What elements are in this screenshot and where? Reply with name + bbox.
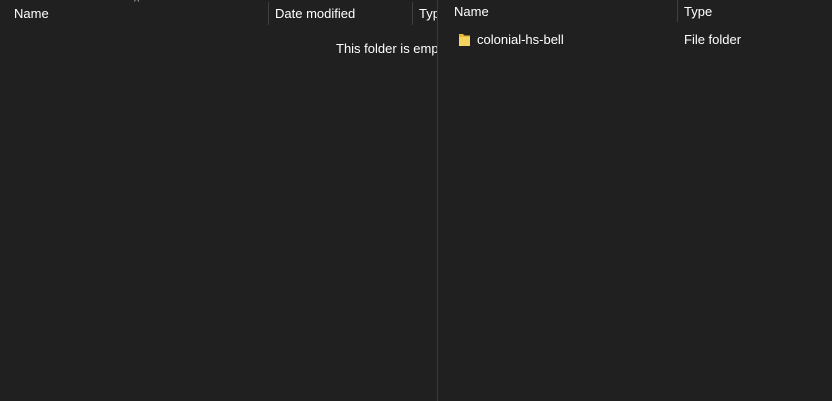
left-column-header-row: Name ^ Date modified Type <box>0 0 437 27</box>
left-column-divider[interactable] <box>412 2 413 25</box>
left-file-pane: Name ^ Date modified Type This folder is… <box>0 0 437 401</box>
file-type: File folder <box>684 32 742 47</box>
left-column-header-date-label: Date modified <box>275 6 356 21</box>
left-column-header-type[interactable]: Type <box>419 0 437 27</box>
right-column-header-type[interactable]: Type <box>684 0 824 24</box>
right-file-pane: Name ^ Type colonial-hs-bell File folder <box>438 0 832 401</box>
right-column-header-row: Name ^ Type <box>438 0 832 24</box>
left-column-header-type-label: Type <box>419 6 437 21</box>
left-column-header-name-label: Name <box>14 6 49 21</box>
sort-ascending-icon: ^ <box>134 0 140 8</box>
left-column-divider[interactable] <box>268 2 269 25</box>
sort-ascending-icon: ^ <box>560 0 566 6</box>
empty-folder-message: This folder is empty. <box>336 41 437 56</box>
folder-icon <box>459 34 470 46</box>
right-column-header-type-label: Type <box>684 4 713 19</box>
left-column-header-date-modified[interactable]: Date modified <box>275 0 407 27</box>
right-column-divider[interactable] <box>677 0 678 22</box>
right-column-header-name-label: Name <box>454 4 489 19</box>
file-name: colonial-hs-bell <box>477 32 564 47</box>
list-item[interactable]: colonial-hs-bell File folder <box>438 29 832 51</box>
